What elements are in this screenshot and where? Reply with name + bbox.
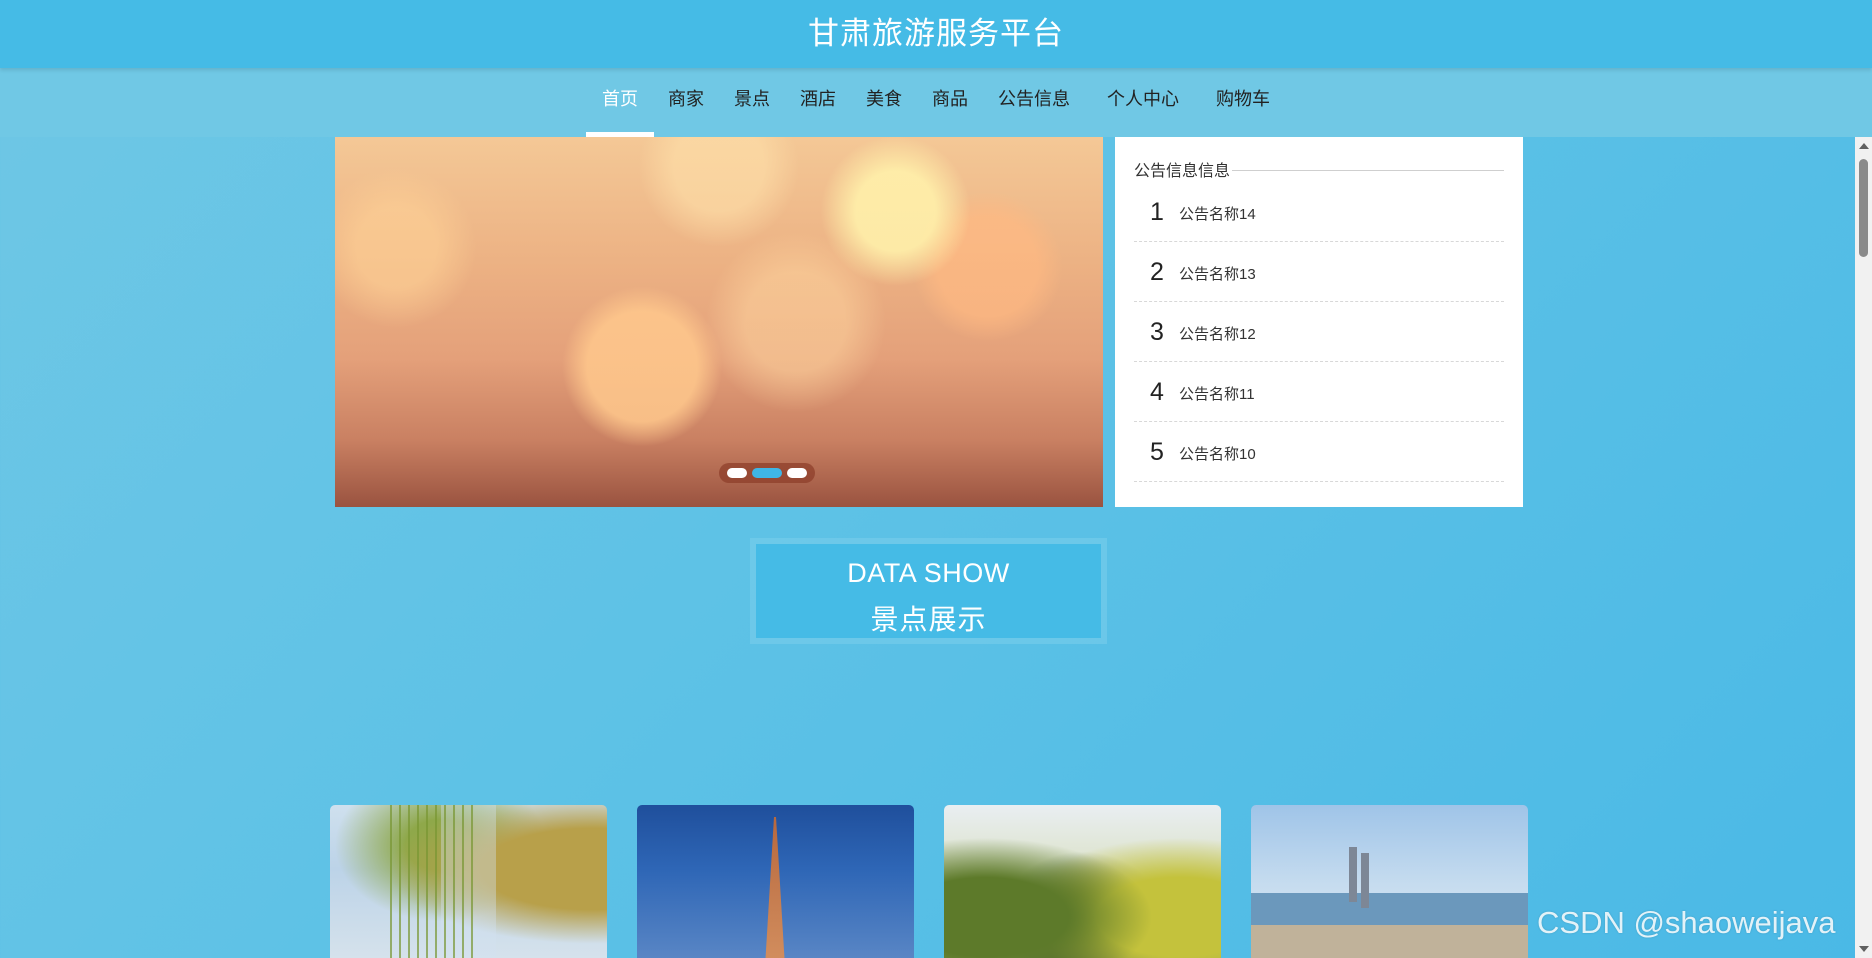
notice-number: 5 (1150, 438, 1164, 466)
section-title-cn: 景点展示 (870, 604, 987, 635)
notice-name[interactable]: 公告名称13 (1179, 263, 1256, 284)
notice-number: 2 (1150, 258, 1164, 286)
notice-item[interactable]: 2 公告名称13 (1134, 242, 1504, 302)
banner-carousel[interactable] (335, 137, 1103, 507)
scroll-down-arrow-icon[interactable] (1859, 946, 1869, 952)
nav-list: 首页 商家 景点 酒店 美食 商品 公告信息 个人中心 购物车 (0, 68, 1872, 137)
notice-name[interactable]: 公告名称11 (1179, 383, 1255, 404)
notice-name[interactable]: 公告名称14 (1179, 203, 1256, 224)
carousel-dot-2-active[interactable] (752, 468, 782, 478)
page-scrollbar[interactable] (1855, 137, 1872, 958)
main-nav: 首页 商家 景点 酒店 美食 商品 公告信息 个人中心 购物车 (0, 68, 1872, 137)
scroll-up-arrow-icon[interactable] (1859, 143, 1869, 149)
section-title-en: DATA SHOW (847, 558, 1010, 588)
carousel-indicators (719, 463, 815, 483)
carousel-dot-3[interactable] (787, 468, 807, 478)
notice-item[interactable]: 5 公告名称10 (1134, 422, 1504, 482)
notice-header: 公告信息信息 (1134, 157, 1504, 181)
scrollbar-thumb[interactable] (1859, 159, 1868, 257)
attraction-card-3[interactable] (944, 805, 1221, 958)
nav-item-personal-center[interactable]: 个人中心 (1091, 68, 1195, 137)
notice-item[interactable]: 1 公告名称14 (1134, 182, 1504, 242)
notice-panel: 公告信息信息 1 公告名称14 2 公告名称13 3 公告名称12 4 公告名称… (1115, 137, 1523, 507)
nav-item-hotels[interactable]: 酒店 (784, 68, 852, 137)
notice-number: 4 (1150, 378, 1164, 406)
nav-item-notices[interactable]: 公告信息 (982, 68, 1086, 137)
notice-panel-title: 公告信息信息 (1134, 157, 1233, 181)
nav-item-home[interactable]: 首页 (586, 68, 654, 137)
section-heading-box: DATA SHOW 景点展示 (750, 538, 1107, 644)
top-header: 甘肃旅游服务平台 (0, 0, 1872, 68)
notice-number: 3 (1150, 318, 1164, 346)
nav-item-cart[interactable]: 购物车 (1200, 68, 1286, 137)
attraction-card-4[interactable] (1251, 805, 1528, 958)
notice-name[interactable]: 公告名称10 (1179, 443, 1256, 464)
attraction-card-2[interactable] (637, 805, 914, 958)
section-heading: DATA SHOW 景点展示 (756, 544, 1101, 638)
notice-item[interactable]: 4 公告名称11 (1134, 362, 1504, 422)
notice-number: 1 (1150, 198, 1164, 226)
nav-item-merchants[interactable]: 商家 (652, 68, 720, 137)
site-title: 甘肃旅游服务平台 (808, 16, 1064, 51)
watermark: CSDN @shaoweijava (1537, 905, 1836, 940)
carousel-dot-1[interactable] (727, 468, 747, 478)
notice-name[interactable]: 公告名称12 (1179, 323, 1256, 344)
nav-item-goods[interactable]: 商品 (916, 68, 984, 137)
notice-item[interactable]: 3 公告名称12 (1134, 302, 1504, 362)
nav-item-attractions[interactable]: 景点 (718, 68, 786, 137)
nav-item-food[interactable]: 美食 (850, 68, 918, 137)
attraction-card-1[interactable] (330, 805, 607, 958)
